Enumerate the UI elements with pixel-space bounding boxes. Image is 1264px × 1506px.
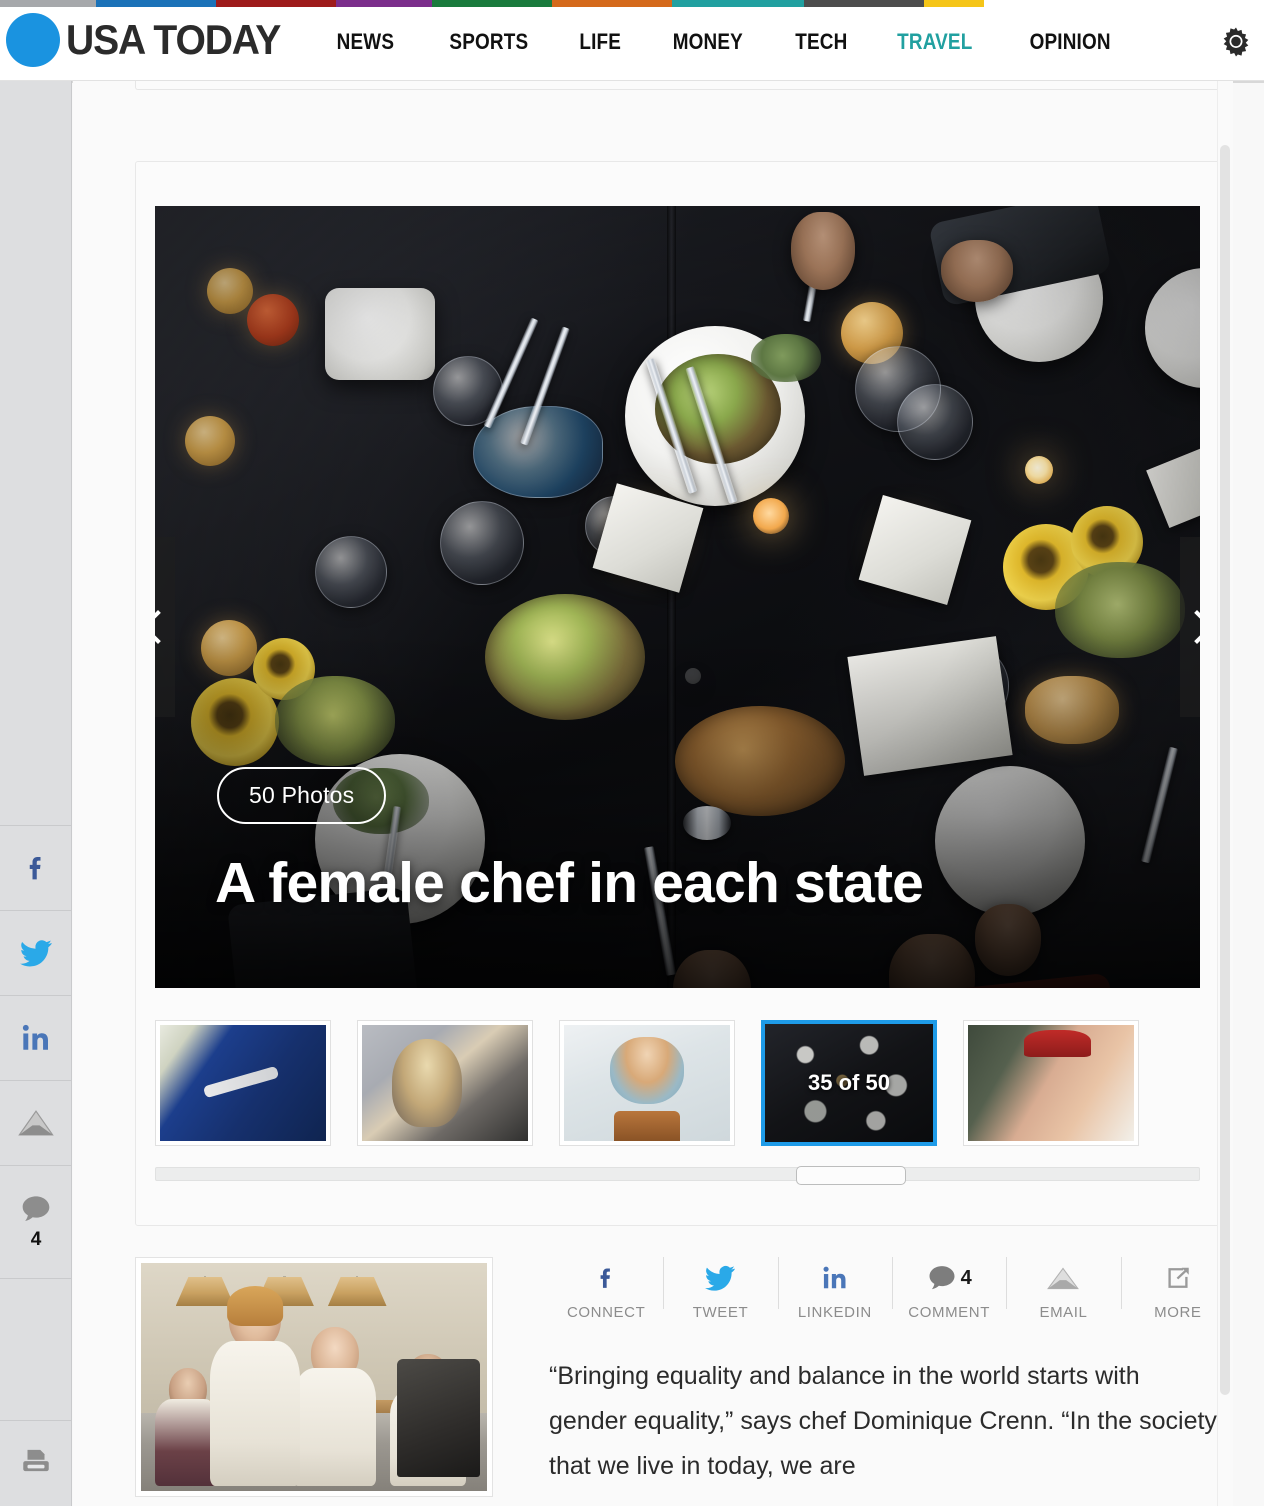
section-color-strip xyxy=(0,0,1264,7)
rail-divider xyxy=(0,1278,72,1279)
color-strip-yellow xyxy=(924,0,984,7)
usa-today-dot-icon xyxy=(6,13,60,67)
thumbnail-item-4-selected[interactable]: 35 of 50 xyxy=(761,1020,937,1146)
chef-dominique-crenn xyxy=(210,1286,301,1487)
nav-item-travel[interactable]: TRAVEL xyxy=(897,29,972,55)
twitter-icon xyxy=(19,940,52,967)
thumbnail-image xyxy=(564,1025,730,1141)
thumbnail-scrollbar-thumb[interactable] xyxy=(796,1166,906,1185)
comment-icon xyxy=(929,1266,955,1290)
rail-print-button[interactable] xyxy=(0,1420,72,1506)
photo-count-badge[interactable]: 50 Photos xyxy=(217,767,387,824)
email-icon xyxy=(18,1110,54,1136)
nav-item-opinion[interactable]: OPINION xyxy=(1030,29,1111,55)
rail-share-linkedin[interactable] xyxy=(0,996,72,1080)
linkedin-icon xyxy=(821,1259,849,1297)
thumbnail-item-1[interactable] xyxy=(155,1020,331,1146)
nav-item-sports[interactable]: SPORTS xyxy=(449,29,528,55)
gallery-card: 50 Photos A female chef in each state 35… xyxy=(135,161,1220,1226)
share-more-icon xyxy=(1163,1259,1193,1297)
article-share-bar: CONNECT TWEET LINKEDIN 4 COMMENT EMAIL M… xyxy=(549,1251,1235,1327)
color-strip-dark-gray xyxy=(804,0,924,7)
share-comment-count: 4 xyxy=(960,1266,972,1289)
gallery-next-button[interactable] xyxy=(1180,537,1200,717)
thumbnail-strip: 35 of 50 xyxy=(155,1020,1200,1146)
share-linkedin-button[interactable]: LINKEDIN xyxy=(777,1251,892,1321)
thumbnail-image xyxy=(362,1025,528,1141)
share-more-label: MORE xyxy=(1154,1304,1202,1321)
previous-card-stub xyxy=(135,81,1220,90)
facebook-icon xyxy=(29,857,41,880)
nav-item-tech[interactable]: TECH xyxy=(795,29,847,55)
nav-item-money[interactable]: MONEY xyxy=(673,29,743,55)
share-connect-label: CONNECT xyxy=(566,1304,646,1321)
site-logo[interactable]: USA TODAY xyxy=(6,13,306,67)
color-strip-purple xyxy=(336,0,432,7)
thumbnail-scrollbar-track[interactable] xyxy=(155,1166,1200,1185)
linkedin-icon xyxy=(22,1024,48,1050)
color-strip-blue xyxy=(96,0,216,7)
color-strip-dark-red xyxy=(216,0,336,7)
article-section: CONNECT TWEET LINKEDIN 4 COMMENT EMAIL M… xyxy=(135,1251,1235,1506)
rail-share-comment[interactable]: 4 xyxy=(0,1166,72,1278)
printer-icon xyxy=(23,1449,49,1471)
color-strip-teal xyxy=(672,0,804,7)
gallery-prev-button[interactable] xyxy=(155,537,175,717)
thumbnail-item-2[interactable] xyxy=(357,1020,533,1146)
thumbnail-image xyxy=(968,1025,1134,1141)
share-connect-button[interactable]: CONNECT xyxy=(549,1251,663,1321)
kitchen-staff-3 xyxy=(293,1326,377,1487)
brand-name: USA TODAY xyxy=(66,16,281,63)
content-column: 50 Photos A female chef in each state 35… xyxy=(73,81,1233,1506)
thumbnail-item-3[interactable] xyxy=(559,1020,735,1146)
gear-icon xyxy=(1223,27,1249,57)
article-body-text: “Bringing equality and balance in the wo… xyxy=(549,1362,1217,1480)
share-comment-label: COMMENT xyxy=(908,1304,990,1321)
color-strip-green xyxy=(432,0,552,7)
rail-share-facebook[interactable] xyxy=(0,826,72,910)
thumbnail-item-5[interactable] xyxy=(963,1020,1139,1146)
twitter-icon xyxy=(703,1259,737,1297)
share-tweet-label: TWEET xyxy=(692,1304,749,1321)
rail-share-email[interactable] xyxy=(0,1081,72,1165)
site-masthead: USA TODAY NEWS SPORTS LIFE MONEY TECH TR… xyxy=(0,0,1264,81)
thumbnail-image xyxy=(160,1025,326,1141)
share-email-label: EMAIL xyxy=(1039,1304,1088,1321)
share-linkedin-label: LINKEDIN xyxy=(797,1304,872,1321)
share-comment-button[interactable]: 4 COMMENT xyxy=(891,1251,1006,1321)
color-strip-orange xyxy=(552,0,672,7)
nav-item-life[interactable]: LIFE xyxy=(580,29,622,55)
thumbnail-position-label: 35 of 50 xyxy=(808,1070,890,1095)
page-viewport: 4 50 Photos A female chef in each state … xyxy=(0,81,1264,1506)
settings-button[interactable] xyxy=(1216,22,1256,62)
window-scrollbar-thumb[interactable] xyxy=(1220,145,1230,1395)
color-strip-gray xyxy=(0,0,96,7)
rail-share-twitter[interactable] xyxy=(0,911,72,995)
window-scrollbar-track[interactable] xyxy=(1217,81,1233,1506)
comment-icon-group: 4 xyxy=(927,1259,972,1297)
rail-comment-count: 4 xyxy=(30,1229,42,1250)
article-photo xyxy=(135,1257,493,1497)
facebook-icon xyxy=(593,1259,619,1297)
nav-item-news[interactable]: NEWS xyxy=(337,29,394,55)
chevron-right-icon xyxy=(1180,610,1200,644)
gallery-hero[interactable]: 50 Photos A female chef in each state xyxy=(155,206,1200,988)
comment-icon xyxy=(22,1196,50,1221)
email-icon xyxy=(1046,1259,1080,1297)
gallery-title: A female chef in each state xyxy=(215,851,924,915)
chevron-left-icon xyxy=(155,610,175,644)
share-email-button[interactable]: EMAIL xyxy=(1006,1251,1120,1321)
social-share-rail: 4 xyxy=(0,81,72,1506)
primary-navigation: NEWS SPORTS LIFE MONEY TECH TRAVEL OPINI… xyxy=(306,0,1264,80)
share-tweet-button[interactable]: TWEET xyxy=(663,1251,777,1321)
